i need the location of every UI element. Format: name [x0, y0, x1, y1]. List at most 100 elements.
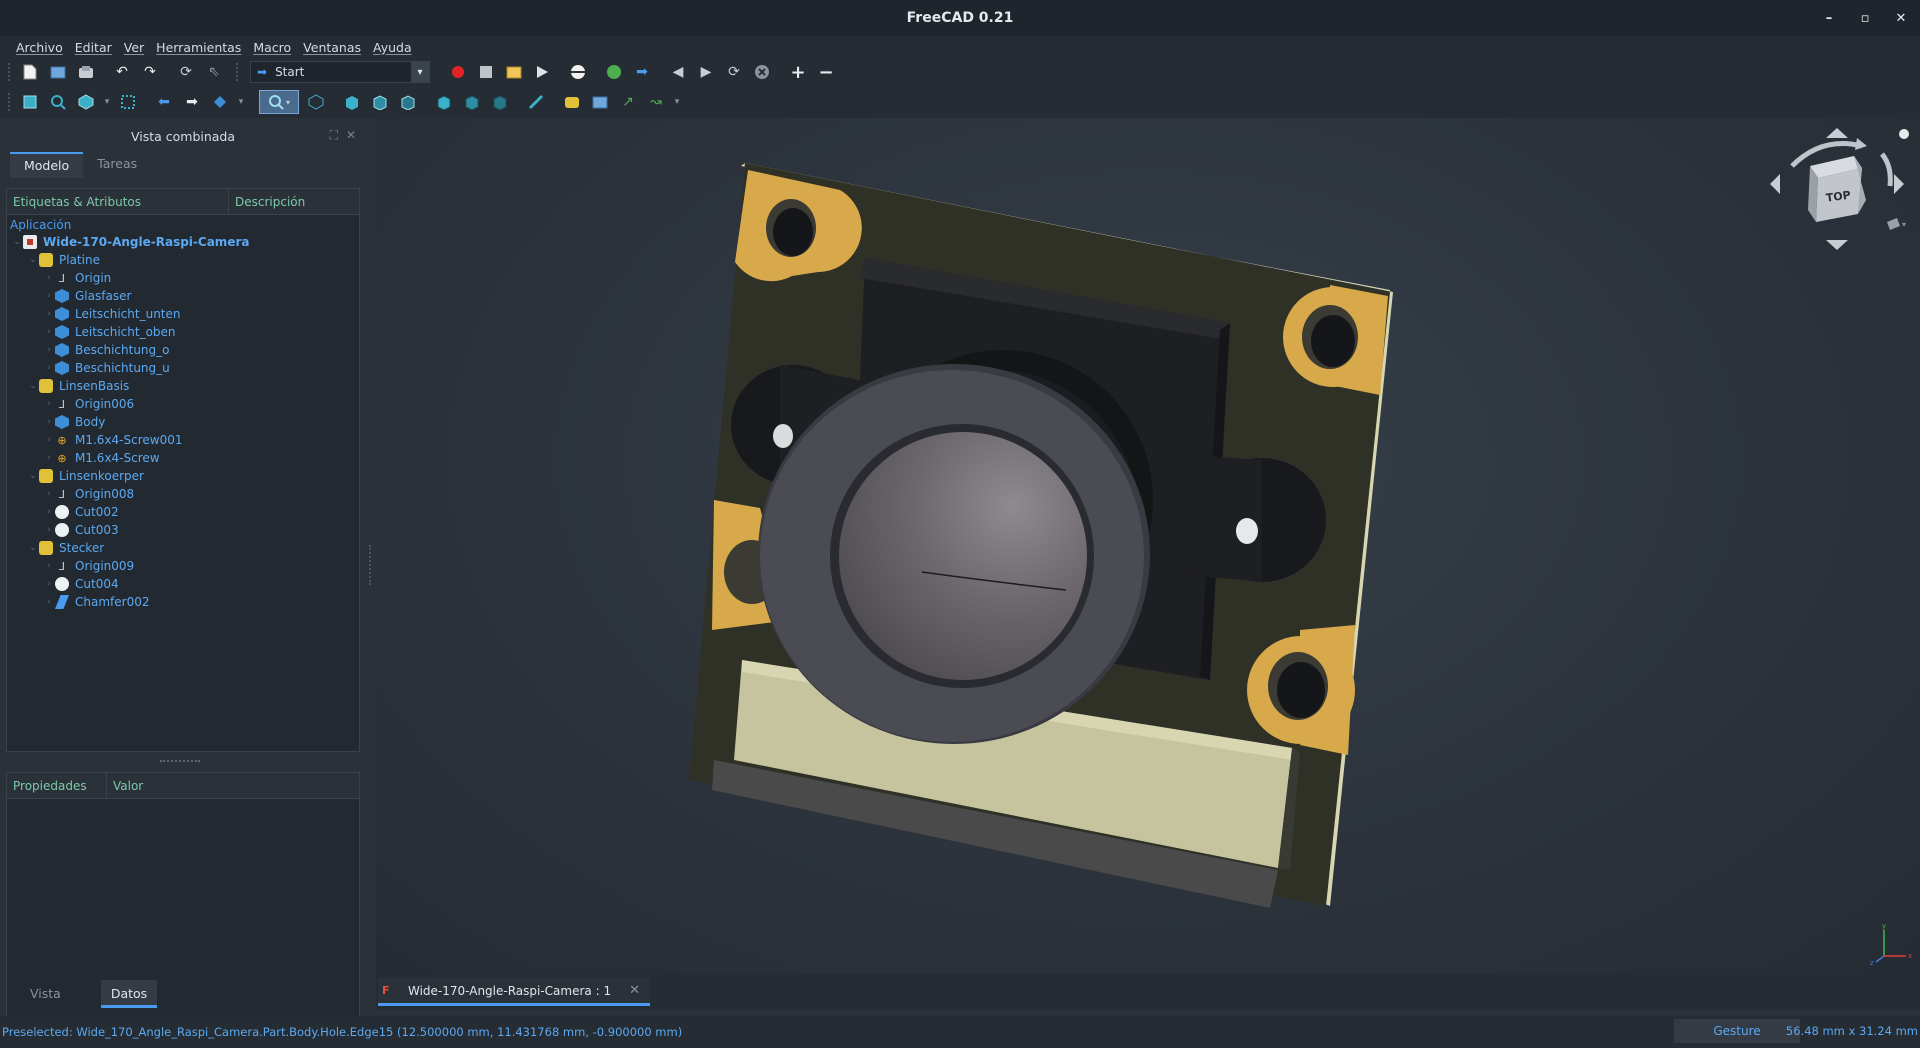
menu-macro[interactable]: Macro: [247, 40, 297, 55]
right-view-icon[interactable]: [397, 91, 419, 113]
tree-col-labels[interactable]: Etiquetas & Atributos: [7, 189, 229, 214]
link-icon[interactable]: ↗: [617, 91, 639, 113]
tree-item[interactable]: › ⅃ Origin008: [7, 485, 359, 503]
bounding-box-icon[interactable]: [117, 91, 139, 113]
dock-resize-handle[interactable]: [369, 545, 371, 585]
tree-item[interactable]: › Cut003: [7, 521, 359, 539]
save-icon[interactable]: [75, 61, 97, 83]
tree-col-description[interactable]: Descripción: [229, 189, 311, 214]
menu-ver[interactable]: Ver: [118, 40, 150, 55]
tab-datos[interactable]: Datos: [100, 980, 158, 1008]
expand-down-icon[interactable]: ⌄: [27, 543, 39, 553]
props-col-property[interactable]: Propiedades: [7, 773, 107, 798]
tree-item[interactable]: ⌄ Platine: [7, 251, 359, 269]
record-macro-icon[interactable]: [447, 61, 469, 83]
tree-item[interactable]: ⌄ Stecker: [7, 539, 359, 557]
toolbar-grip[interactable]: [236, 63, 240, 81]
tree-item[interactable]: › Leitschicht_oben: [7, 323, 359, 341]
tree-item[interactable]: › ⅃ Origin006: [7, 395, 359, 413]
left-view-icon[interactable]: [489, 91, 511, 113]
front-view-icon[interactable]: [341, 91, 363, 113]
tree-item[interactable]: ⌄ Linsenkoerper: [7, 467, 359, 485]
minimize-button[interactable]: –: [1822, 11, 1836, 26]
menu-ayuda[interactable]: Ayuda: [367, 40, 418, 55]
rear-view-icon[interactable]: [433, 91, 455, 113]
new-document-icon[interactable]: [19, 61, 41, 83]
fit-all-icon[interactable]: [19, 91, 41, 113]
fit-selection-icon[interactable]: [47, 91, 69, 113]
back-icon[interactable]: ◀: [667, 61, 689, 83]
tree-item[interactable]: › ⊕ M1.6x4-Screw: [7, 449, 359, 467]
open-icon[interactable]: [47, 61, 69, 83]
part-icon[interactable]: [561, 91, 583, 113]
chevron-down-icon[interactable]: ▾: [237, 91, 245, 113]
expand-right-icon[interactable]: ›: [43, 597, 55, 607]
view-forward-icon[interactable]: ➡: [181, 91, 203, 113]
expand-down-icon[interactable]: ⌄: [27, 255, 39, 265]
chevron-down-icon[interactable]: ▾: [411, 62, 429, 82]
tree-item[interactable]: › Cut004: [7, 575, 359, 593]
tree-item[interactable]: › Cut002: [7, 503, 359, 521]
chevron-down-icon[interactable]: ▾: [673, 91, 681, 113]
expand-right-icon[interactable]: ›: [43, 273, 55, 283]
view-back-icon[interactable]: ⬅: [153, 91, 175, 113]
tree-item[interactable]: ⌄ LinsenBasis: [7, 377, 359, 395]
bottom-view-icon[interactable]: [461, 91, 483, 113]
expand-down-icon[interactable]: ⌄: [27, 471, 39, 481]
expand-right-icon[interactable]: ›: [43, 453, 55, 463]
panel-splitter[interactable]: [160, 760, 200, 764]
expand-right-icon[interactable]: ›: [43, 309, 55, 319]
edit-macro-icon[interactable]: [503, 61, 525, 83]
std-views-icon[interactable]: ▾: [259, 90, 299, 114]
redo-icon[interactable]: ↷: [139, 61, 161, 83]
workbench-selector[interactable]: ➡ Start ▾: [250, 61, 430, 83]
web-home-icon[interactable]: [603, 61, 625, 83]
tree-item[interactable]: ⌄ Wide-170-Angle-Raspi-Camera: [7, 233, 359, 251]
draw-style-icon[interactable]: [75, 91, 97, 113]
tree-item[interactable]: › ⅃ Origin009: [7, 557, 359, 575]
toolbar-grip[interactable]: [8, 63, 12, 81]
expand-right-icon[interactable]: ›: [43, 435, 55, 445]
tree-item[interactable]: › Body: [7, 413, 359, 431]
forward-icon[interactable]: ▶: [695, 61, 717, 83]
close-window-button[interactable]: ✕: [1894, 11, 1908, 26]
tree-item[interactable]: › Beschichtung_o: [7, 341, 359, 359]
expand-right-icon[interactable]: ›: [43, 417, 55, 427]
toolbar-grip[interactable]: [8, 93, 12, 111]
menu-archivo[interactable]: Archivo: [10, 40, 69, 55]
expand-right-icon[interactable]: ›: [43, 327, 55, 337]
tree-item[interactable]: › ⊕ M1.6x4-Screw001: [7, 431, 359, 449]
stop-icon[interactable]: [751, 61, 773, 83]
expand-right-icon[interactable]: ›: [43, 345, 55, 355]
zoom-out-icon[interactable]: −: [815, 61, 837, 83]
props-col-value[interactable]: Valor: [107, 773, 149, 798]
navigation-cube[interactable]: TOP ▾: [1762, 126, 1912, 276]
group-icon[interactable]: [589, 91, 611, 113]
tree-item[interactable]: › Leitschicht_unten: [7, 305, 359, 323]
measure-icon[interactable]: [525, 91, 547, 113]
chevron-down-icon[interactable]: ▾: [103, 91, 111, 113]
expand-right-icon[interactable]: ›: [43, 525, 55, 535]
stop-macro-icon[interactable]: [475, 61, 497, 83]
zoom-in-icon[interactable]: +: [787, 61, 809, 83]
camera-model-render[interactable]: [376, 118, 1920, 974]
whats-this-icon[interactable]: ⇖: [203, 61, 225, 83]
close-tab-icon[interactable]: ✕: [629, 983, 640, 998]
tab-vista[interactable]: Vista: [26, 980, 65, 1008]
maximize-button[interactable]: ▫: [1858, 11, 1872, 26]
close-panel-icon[interactable]: ✕: [346, 128, 356, 143]
3d-viewport[interactable]: TOP ▾ y x z: [376, 118, 1920, 974]
tab-modelo[interactable]: Modelo: [10, 152, 84, 178]
expand-down-icon[interactable]: ⌄: [11, 237, 23, 247]
expand-right-icon[interactable]: ›: [43, 363, 55, 373]
float-panel-icon[interactable]: ⛶: [330, 128, 338, 143]
web-forward-icon[interactable]: ➡: [631, 61, 653, 83]
expand-down-icon[interactable]: ⌄: [27, 381, 39, 391]
refresh-icon[interactable]: ⟳: [175, 61, 197, 83]
menu-editar[interactable]: Editar: [69, 40, 118, 55]
link-actions-icon[interactable]: ↝: [645, 91, 667, 113]
tree-item[interactable]: › Glasfaser: [7, 287, 359, 305]
expand-right-icon[interactable]: ›: [43, 399, 55, 409]
expand-right-icon[interactable]: ›: [43, 579, 55, 589]
document-tab[interactable]: F Wide-170-Angle-Raspi-Camera : 1 ✕: [378, 978, 650, 1006]
